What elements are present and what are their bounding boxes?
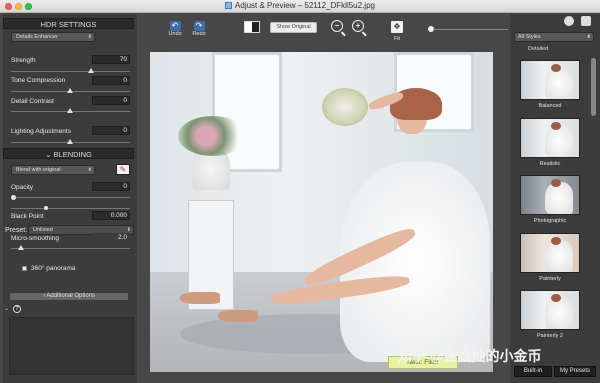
blending-header-label: BLENDING	[53, 150, 92, 159]
panorama-label: 360° panorama	[31, 265, 76, 272]
strength-value-field[interactable]: 70	[92, 55, 130, 64]
detail-contrast-value-field[interactable]: 0	[92, 96, 130, 105]
hdr-preset-select-value: Details Enhancer	[16, 34, 58, 40]
style-thumbnail-painterly-2[interactable]	[520, 290, 580, 330]
split-view-icon[interactable]	[244, 21, 260, 33]
thumb-hair	[551, 122, 561, 130]
style-label-balanced: Balanced	[538, 103, 562, 109]
style-label-painterly: Painterly	[539, 276, 561, 282]
hdr-settings-header: HDR SETTINGS	[3, 18, 134, 29]
lighting-adjustments-value-field[interactable]: 0	[92, 126, 130, 135]
additional-options-button[interactable]: › Additional Options	[9, 292, 129, 301]
photo-shoe	[180, 292, 220, 304]
black-point-value-field[interactable]: 0.000	[92, 211, 130, 220]
thumb-figure	[545, 125, 573, 157]
redo-label: Redo	[192, 31, 206, 37]
micro-smoothing-slider-thumb[interactable]	[18, 245, 24, 250]
style-thumbnail-painterly[interactable]	[520, 233, 580, 273]
redo-icon: ↷	[193, 21, 205, 31]
opacity-label: Opacity	[11, 184, 34, 191]
preset-select-value: Unlisted	[33, 227, 53, 233]
strength-slider-track[interactable]	[11, 71, 130, 72]
hdr-preset-select[interactable]: Details Enhancer ⬍	[11, 32, 95, 42]
chevron-down-icon: ⌄	[45, 150, 54, 159]
style-label-painterly-2: Painterly 2	[537, 333, 563, 339]
tone-compression-label: Tone Compression	[11, 77, 66, 84]
style-thumbnail-photographic[interactable]	[520, 175, 580, 215]
secondary-slider-thumb[interactable]	[44, 206, 48, 210]
tone-compression-slider-thumb[interactable]	[67, 88, 73, 93]
undo-button[interactable]: ↶ Undo	[167, 21, 183, 37]
black-point-label: Black Point	[11, 213, 44, 220]
title-bar: Adjust & Preview – 52112_DFkll5u2.jpg	[0, 0, 600, 13]
zoom-out-icon[interactable]: −	[331, 20, 343, 32]
styles-section-label: Detailed	[528, 46, 549, 52]
divider	[11, 208, 130, 209]
chevron-down-icon[interactable]: ⌄	[4, 305, 9, 312]
redo-button[interactable]: ↷ Redo	[191, 21, 207, 37]
tone-compression-value-field[interactable]: 0	[92, 76, 130, 85]
photo-shoe	[218, 310, 258, 322]
thumb-hair	[551, 64, 561, 72]
undo-label: Undo	[168, 31, 182, 37]
thumb-figure	[545, 182, 573, 214]
thumb-hair	[551, 237, 561, 245]
select-arrows-icon: ⬍	[586, 34, 591, 40]
select-arrows-icon: ⬍	[87, 34, 92, 40]
undo-icon: ↶	[169, 21, 181, 31]
app-window: Adjust & Preview – 52112_DFkll5u2.jpg HD…	[0, 0, 600, 383]
builtin-presets-button[interactable]: Built-in	[514, 366, 552, 377]
strength-slider-thumb[interactable]	[88, 68, 94, 73]
strength-label: Strength	[11, 57, 36, 64]
blend-mode-select-value: Blend with original	[16, 167, 61, 173]
thumb-hair	[551, 294, 561, 302]
opacity-slider-track[interactable]	[11, 197, 130, 198]
blending-header[interactable]: ⌄ BLENDING	[3, 148, 134, 159]
micro-smoothing-value-field[interactable]: 2.0	[92, 233, 130, 242]
style-label-realistic: Realistic	[539, 161, 561, 167]
thumb-figure	[545, 297, 573, 329]
lighting-adjustments-slider-thumb[interactable]	[67, 139, 73, 144]
opacity-slider-thumb[interactable]	[11, 195, 16, 200]
thumb-figure	[545, 240, 573, 272]
watermark-text: 知乎 @金灿灿的小金币	[398, 348, 542, 364]
styles-filter-select-value: All Styles	[518, 34, 541, 40]
fit-icon[interactable]: ✥	[391, 21, 403, 33]
window-title: Adjust & Preview – 52112_DFkll5u2.jpg	[0, 1, 600, 10]
brush-icon[interactable]: ✎	[116, 164, 130, 175]
document-icon	[225, 2, 233, 9]
gear-icon[interactable]	[564, 16, 574, 26]
zoom-in-icon[interactable]: +	[352, 20, 364, 32]
detail-contrast-label: Detail Contrast	[11, 98, 54, 105]
thumb-figure	[545, 67, 573, 99]
select-arrows-icon: ⬍	[87, 167, 92, 173]
thumb-hair	[551, 179, 561, 187]
additional-options-label: Additional Options	[46, 293, 96, 299]
preview-image[interactable]	[150, 52, 493, 372]
lighting-adjustments-label: Lighting Adjustments	[11, 128, 71, 135]
my-presets-button[interactable]: My Presets	[554, 366, 596, 377]
micro-smoothing-slider-track[interactable]	[11, 248, 130, 249]
style-thumbnail-realistic[interactable]	[520, 118, 580, 158]
window-title-text: Adjust & Preview – 52112_DFkll5u2.jpg	[235, 1, 375, 10]
micro-smoothing-label: Micro-smoothing	[11, 235, 60, 242]
style-label-photographic: Photographic	[533, 218, 567, 224]
styles-scrollbar[interactable]	[591, 58, 596, 116]
grid-icon[interactable]	[581, 16, 591, 26]
opacity-value-field[interactable]: 0	[92, 182, 130, 191]
fit-label: Fit	[393, 36, 401, 42]
lower-settings-box	[9, 317, 134, 375]
help-icon[interactable]: ?	[13, 305, 21, 313]
style-thumbnail-balanced[interactable]	[520, 60, 580, 100]
panorama-checkbox[interactable]	[22, 266, 27, 271]
styles-filter-select[interactable]: All Styles ⬍	[514, 32, 594, 42]
detail-contrast-slider-thumb[interactable]	[67, 108, 73, 113]
photo-bouquet	[322, 88, 368, 126]
blend-mode-select[interactable]: Blend with original ⬍	[11, 165, 95, 175]
zoom-slider-track[interactable]	[433, 29, 508, 30]
photo-flowers	[178, 116, 248, 156]
show-original-button[interactable]: Show Original	[270, 22, 317, 33]
preset-label: Preset:	[5, 227, 28, 234]
